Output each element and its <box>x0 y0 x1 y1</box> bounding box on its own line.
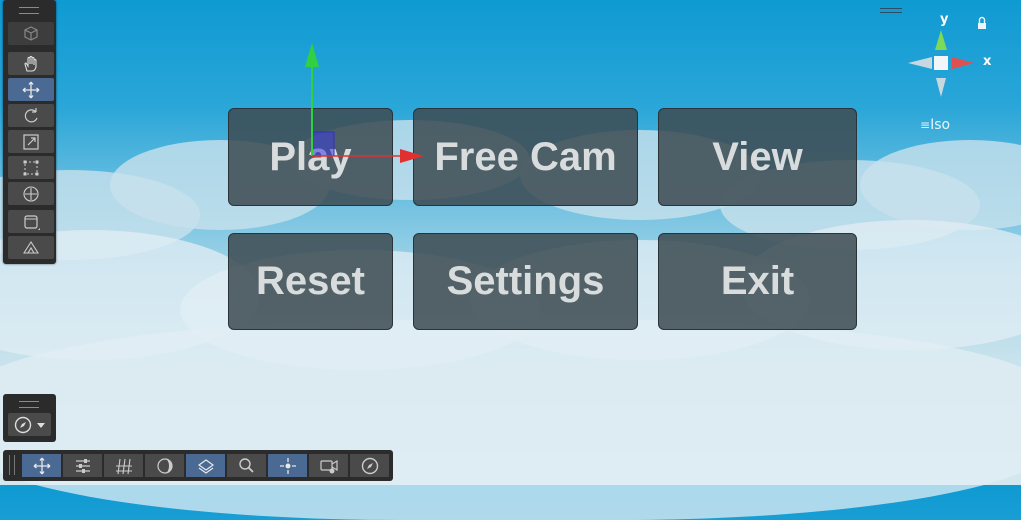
menu-lines-icon: ≡ <box>920 118 931 132</box>
gizmo-x-label: x <box>983 54 992 69</box>
free-cam-button-label: Free Cam <box>434 134 617 179</box>
toolbar-layers-button[interactable] <box>186 454 225 477</box>
camera-icon <box>319 459 338 473</box>
scale-icon <box>23 133 39 150</box>
projection-label: Iso <box>930 117 951 133</box>
lighting-icon <box>156 457 173 474</box>
free-cam-button[interactable]: Free Cam <box>413 108 638 206</box>
toolbar-sliders-button[interactable] <box>63 454 102 477</box>
search-icon <box>238 457 254 473</box>
transform-icon <box>23 185 39 202</box>
tool-move[interactable] <box>8 78 54 101</box>
gizmo-down-cone[interactable] <box>936 78 946 97</box>
compass-icon <box>361 457 378 474</box>
toolbar-grid-button[interactable] <box>104 454 143 477</box>
lock-icon[interactable] <box>978 23 986 29</box>
pivot-icon <box>279 457 296 474</box>
rect-icon <box>23 160 39 175</box>
scene-orientation-gizmo[interactable] <box>900 10 1010 140</box>
grid-icon <box>115 458 132 474</box>
projection-toggle[interactable]: ≡Iso <box>920 117 950 133</box>
tool-probuilder[interactable] <box>8 236 54 259</box>
compass-icon <box>14 416 31 433</box>
toolbar-camera-button[interactable] <box>309 454 348 477</box>
view-button-label: View <box>712 134 803 179</box>
orientation-palette <box>3 394 56 442</box>
tool-transform[interactable] <box>8 182 54 205</box>
orientation-dropdown[interactable] <box>8 413 51 436</box>
play-button[interactable]: Play <box>228 108 393 206</box>
y-axis-arrow[interactable] <box>305 43 319 67</box>
tool-rect[interactable] <box>8 156 54 179</box>
layers-icon <box>197 458 214 474</box>
tool-custom[interactable] <box>8 210 54 233</box>
tool-palette <box>3 0 56 264</box>
custom-tool-icon <box>24 214 40 230</box>
toolbar-search-button[interactable] <box>227 454 266 477</box>
gizmo-y-label: y <box>940 12 949 27</box>
toolbar-grip[interactable] <box>9 455 15 475</box>
rotate-icon <box>24 107 38 122</box>
hand-icon <box>24 55 37 72</box>
sliders-icon <box>75 458 90 473</box>
gizmo-y-cone[interactable] <box>935 30 947 50</box>
palette-grip[interactable] <box>19 7 39 14</box>
tool-rotate[interactable] <box>8 104 54 127</box>
toolbar-move-button[interactable] <box>22 454 61 477</box>
probuilder-icon <box>22 240 40 254</box>
play-button-label: Play <box>269 134 352 179</box>
cube-icon <box>24 25 38 41</box>
gizmo-left-cone[interactable] <box>908 57 932 69</box>
reset-button-label: Reset <box>256 259 365 303</box>
gizmo-center-cube[interactable] <box>934 56 948 70</box>
move-icon <box>33 457 50 474</box>
exit-button-label: Exit <box>720 259 795 303</box>
view-button[interactable]: View <box>658 108 857 206</box>
tool-view-cube[interactable] <box>8 22 54 45</box>
settings-button-label: Settings <box>446 259 605 303</box>
orientation-grip[interactable] <box>19 401 39 408</box>
tool-scale[interactable] <box>8 130 54 153</box>
gizmo-drag-handle[interactable] <box>880 8 902 13</box>
settings-button[interactable]: Settings <box>413 233 638 330</box>
gizmo-x-cone[interactable] <box>952 57 974 69</box>
toolbar-pivot-button[interactable] <box>268 454 307 477</box>
move-icon <box>22 81 40 98</box>
tool-hand[interactable] <box>8 52 54 75</box>
exit-button[interactable]: Exit <box>658 233 857 330</box>
chevron-down-icon <box>36 422 45 428</box>
toolbar-lighting-button[interactable] <box>145 454 184 477</box>
toolbar-compass-button[interactable] <box>350 454 389 477</box>
bottom-toolbar <box>3 450 393 481</box>
reset-button[interactable]: Reset <box>228 233 393 330</box>
